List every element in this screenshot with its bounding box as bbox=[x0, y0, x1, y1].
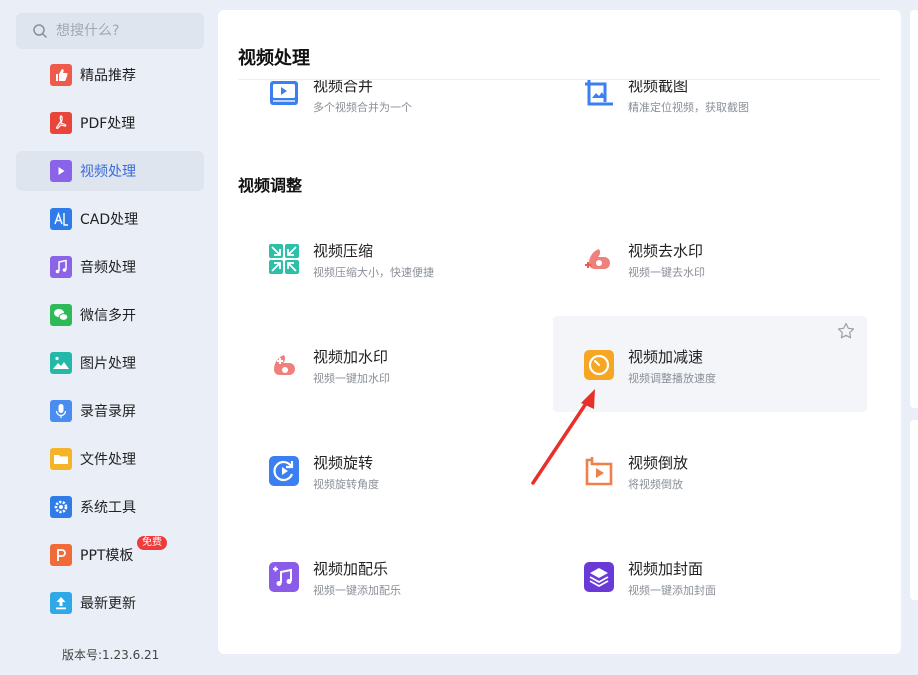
add-watermark-icon bbox=[268, 349, 300, 381]
play-icon bbox=[50, 160, 72, 182]
card-add-cover[interactable]: 视频加封面 视频一键添加封面 bbox=[553, 528, 867, 624]
card-title: 视频压缩 bbox=[313, 242, 374, 260]
card-title: 视频加减速 bbox=[628, 348, 704, 366]
sidebar-item-system[interactable]: 系统工具 bbox=[16, 487, 204, 527]
page-title: 视频处理 bbox=[238, 48, 310, 69]
card-video-screenshot[interactable]: 视频截图 精准定位视频，获取截图 bbox=[553, 80, 867, 128]
sidebar-item-image[interactable]: 图片处理 bbox=[16, 343, 204, 383]
video-merge-icon bbox=[268, 80, 300, 110]
sidebar-item-recommend[interactable]: 精品推荐 bbox=[16, 55, 204, 95]
remove-watermark-icon bbox=[583, 243, 615, 275]
sidebar-item-label: PPT模板 bbox=[80, 548, 134, 564]
sidebar-item-audio[interactable]: 音频处理 bbox=[16, 247, 204, 287]
card-title: 视频加封面 bbox=[628, 560, 704, 578]
sidebar-item-label: 音频处理 bbox=[80, 260, 136, 276]
card-add-music[interactable]: 视频加配乐 视频一键添加配乐 bbox=[238, 528, 552, 624]
rotate-icon bbox=[268, 455, 300, 487]
adjacent-panel-edge bbox=[910, 420, 918, 600]
card-title: 视频倒放 bbox=[628, 454, 689, 472]
card-video-speed[interactable]: 视频加减速 视频调整播放速度 bbox=[553, 316, 867, 412]
speed-icon bbox=[583, 349, 615, 381]
card-description: 将视频倒放 bbox=[628, 478, 683, 491]
card-title: 视频截图 bbox=[628, 80, 689, 95]
sidebar: 精品推荐 PDF处理 视频处理 CAD处理 音频处理 bbox=[0, 0, 218, 675]
reverse-icon bbox=[583, 455, 615, 487]
sidebar-item-label: 精品推荐 bbox=[80, 68, 136, 84]
card-video-reverse[interactable]: 视频倒放 将视频倒放 bbox=[553, 422, 867, 518]
upload-icon bbox=[50, 592, 72, 614]
sidebar-item-file[interactable]: 文件处理 bbox=[16, 439, 204, 479]
card-video-merge[interactable]: 视频合并 多个视频合并为一个 bbox=[238, 80, 552, 128]
sidebar-item-ppt[interactable]: PPT模板 免费 bbox=[16, 535, 204, 575]
sidebar-item-label: 微信多开 bbox=[80, 308, 136, 324]
card-title: 视频去水印 bbox=[628, 242, 704, 260]
add-music-icon bbox=[268, 561, 300, 593]
wechat-icon bbox=[50, 304, 72, 326]
sidebar-item-record[interactable]: 录音录屏 bbox=[16, 391, 204, 431]
card-title: 视频加水印 bbox=[313, 348, 389, 366]
sidebar-item-label: 图片处理 bbox=[80, 356, 136, 372]
card-video-compress[interactable]: 视频压缩 视频压缩大小，快速便捷 bbox=[238, 210, 552, 306]
search-icon bbox=[33, 24, 47, 38]
star-icon[interactable] bbox=[837, 322, 855, 340]
version-label: 版本号:1.23.6.21 bbox=[62, 648, 160, 662]
ppt-icon bbox=[50, 544, 72, 566]
gear-icon bbox=[50, 496, 72, 518]
search-input[interactable] bbox=[56, 23, 196, 39]
adjacent-panel-edge bbox=[910, 10, 918, 408]
sidebar-item-wechat[interactable]: 微信多开 bbox=[16, 295, 204, 335]
scrolled-card-row: 视频合并 多个视频合并为一个 视频截图 精准定位视频，获取截图 bbox=[218, 80, 901, 128]
card-description: 视频旋转角度 bbox=[313, 478, 379, 491]
sidebar-item-label: 视频处理 bbox=[80, 164, 136, 180]
card-description: 视频一键添加封面 bbox=[628, 584, 716, 597]
card-remove-watermark[interactable]: 视频去水印 视频一键去水印 bbox=[553, 210, 867, 306]
sidebar-item-label: 文件处理 bbox=[80, 452, 136, 468]
sidebar-item-label: 最新更新 bbox=[80, 596, 136, 612]
thumbs-up-icon bbox=[50, 64, 72, 86]
pdf-icon bbox=[50, 112, 72, 134]
card-description: 视频一键去水印 bbox=[628, 266, 705, 279]
compress-icon bbox=[268, 243, 300, 275]
card-description: 精准定位视频，获取截图 bbox=[628, 101, 749, 114]
folder-icon bbox=[50, 448, 72, 470]
sidebar-item-cad[interactable]: CAD处理 bbox=[16, 199, 204, 239]
video-screenshot-icon bbox=[583, 80, 615, 110]
main-panel: 视频处理 视频合并 多个视频合并为一个 视频截图 精准定位视频，获取截图 视频调… bbox=[218, 10, 901, 654]
card-description: 视频一键加水印 bbox=[313, 372, 390, 385]
card-title: 视频加配乐 bbox=[313, 560, 389, 578]
microphone-icon bbox=[50, 400, 72, 422]
music-note-icon bbox=[50, 256, 72, 278]
sidebar-item-latest[interactable]: 最新更新 bbox=[16, 583, 204, 623]
sidebar-nav: 精品推荐 PDF处理 视频处理 CAD处理 音频处理 微信多开 图片处理 录音录… bbox=[16, 55, 204, 631]
card-video-rotate[interactable]: 视频旋转 视频旋转角度 bbox=[238, 422, 552, 518]
sidebar-item-label: PDF处理 bbox=[80, 116, 136, 132]
sidebar-item-video[interactable]: 视频处理 bbox=[16, 151, 204, 191]
add-cover-icon bbox=[583, 561, 615, 593]
cad-icon bbox=[50, 208, 72, 230]
image-icon bbox=[50, 352, 72, 374]
section-title: 视频调整 bbox=[238, 176, 303, 195]
sidebar-item-label: 系统工具 bbox=[80, 500, 136, 516]
card-description: 视频一键添加配乐 bbox=[313, 584, 401, 597]
free-badge: 免费 bbox=[137, 536, 167, 550]
card-description: 视频压缩大小，快速便捷 bbox=[313, 266, 434, 279]
card-add-watermark[interactable]: 视频加水印 视频一键加水印 bbox=[238, 316, 552, 412]
search-box[interactable] bbox=[16, 13, 204, 49]
sidebar-item-pdf[interactable]: PDF处理 bbox=[16, 103, 204, 143]
sidebar-item-label: 录音录屏 bbox=[80, 404, 136, 420]
card-description: 多个视频合并为一个 bbox=[313, 101, 412, 114]
card-title: 视频合并 bbox=[313, 80, 374, 95]
card-title: 视频旋转 bbox=[313, 454, 374, 472]
card-description: 视频调整播放速度 bbox=[628, 372, 716, 385]
sidebar-item-label: CAD处理 bbox=[80, 212, 139, 228]
